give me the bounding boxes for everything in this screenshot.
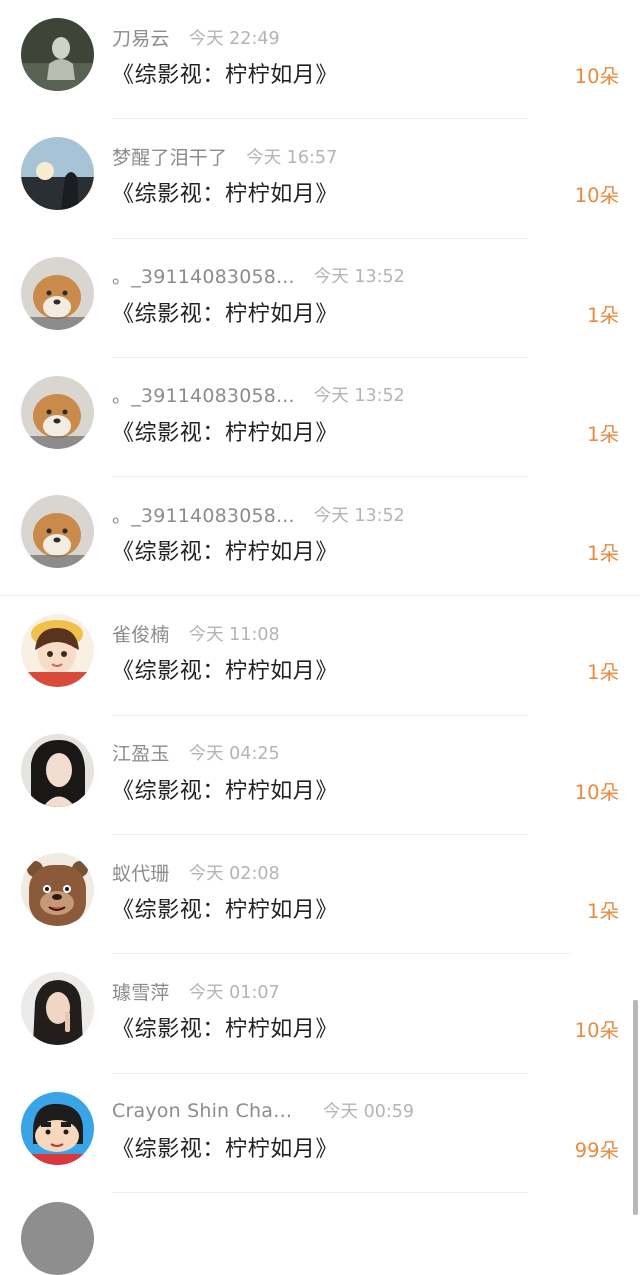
gift-count: 99朵: [574, 1138, 619, 1162]
list-item[interactable]: 梦醒了泪干了 今天 16:57 《综影视：柠柠如月》 10朵: [0, 119, 640, 239]
list-item[interactable]: 江盈玉 今天 04:25 《综影视：柠柠如月》 10朵: [0, 716, 640, 836]
item-meta: 梦醒了泪干了 今天 16:57: [112, 143, 337, 169]
timestamp: 今天 01:07: [188, 982, 280, 1003]
avatar[interactable]: [21, 614, 94, 688]
book-title[interactable]: 《综影视：柠柠如月》: [112, 892, 338, 924]
item-meta: 。_39114083058... 今天 13:52: [112, 263, 405, 289]
timestamp: 今天 04:25: [188, 744, 280, 765]
avatar[interactable]: [21, 256, 94, 330]
gift-record-list: 刀易云 今天 22:49 《综影视：柠柠如月》 10朵 梦醒了泪干了 今天 16…: [0, 0, 640, 1193]
item-meta: 雀俊楠 今天 11:08: [112, 620, 280, 646]
timestamp: 今天 22:49: [188, 28, 280, 49]
gift-count: 1朵: [587, 303, 619, 327]
user-name[interactable]: 。_39114083058...: [112, 381, 295, 408]
timestamp: 今天 13:52: [313, 386, 405, 407]
avatar[interactable]: [21, 733, 94, 807]
timestamp: 今天 16:57: [246, 147, 338, 168]
divider: [112, 1191, 528, 1193]
list-item[interactable]: 。_39114083058... 今天 13:52 《综影视：柠柠如月》 1朵: [0, 358, 640, 478]
list-item[interactable]: 。_39114083058... 今天 13:52 《综影视：柠柠如月》 1朵: [0, 477, 640, 597]
user-name[interactable]: 璩雪萍: [112, 978, 170, 1005]
timestamp: 今天 13:52: [313, 505, 405, 526]
user-name[interactable]: 雀俊楠: [112, 620, 170, 647]
avatar[interactable]: [21, 137, 94, 211]
list-item[interactable]: 蚁代珊 今天 02:08 《综影视：柠柠如月》 1朵: [0, 835, 640, 955]
avatar[interactable]: [21, 18, 94, 91]
gift-count: 10朵: [574, 184, 619, 208]
user-name[interactable]: 蚁代珊: [112, 859, 170, 886]
avatar[interactable]: [21, 972, 94, 1046]
item-meta: 。_39114083058... 今天 13:52: [112, 501, 405, 527]
item-meta: 江盈玉 今天 04:25: [112, 740, 280, 766]
avatar[interactable]: [21, 1091, 94, 1165]
user-name[interactable]: 梦醒了泪干了: [112, 143, 227, 170]
item-meta: 。_39114083058... 今天 13:52: [112, 382, 405, 408]
user-name[interactable]: 刀易云: [112, 24, 170, 51]
gift-count: 1朵: [587, 900, 619, 924]
gift-count: 10朵: [574, 1019, 619, 1043]
book-title[interactable]: 《综影视：柠柠如月》: [112, 296, 338, 328]
item-meta: 刀易云 今天 22:49: [112, 24, 280, 50]
book-title[interactable]: 《综影视：柠柠如月》: [112, 57, 338, 89]
book-title[interactable]: 《综影视：柠柠如月》: [112, 653, 338, 685]
user-name[interactable]: Crayon Shin Chan...: [112, 1100, 304, 1122]
list-item[interactable]: 刀易云 今天 22:49 《综影视：柠柠如月》 10朵: [0, 0, 640, 120]
user-name[interactable]: 。_39114083058...: [112, 262, 295, 289]
timestamp: 今天 11:08: [188, 624, 280, 645]
gift-count: 10朵: [574, 65, 619, 88]
book-title[interactable]: 《综影视：柠柠如月》: [112, 1011, 338, 1043]
gift-count: 1朵: [587, 661, 619, 685]
list-item[interactable]: 。_39114083058... 今天 13:52 《综影视：柠柠如月》 1朵: [0, 239, 640, 358]
list-item[interactable]: Crayon Shin Chan... 今天 00:59 《综影视：柠柠如月》 …: [0, 1074, 640, 1193]
item-meta: 璩雪萍 今天 01:07: [112, 978, 280, 1004]
gift-count: 1朵: [587, 542, 619, 566]
list-item[interactable]: 雀俊楠 今天 11:08 《综影视：柠柠如月》 1朵: [0, 596, 640, 716]
list-item[interactable]: 璩雪萍 今天 01:07 《综影视：柠柠如月》 10朵: [0, 954, 640, 1074]
user-name[interactable]: 。_39114083058...: [112, 501, 295, 528]
book-title[interactable]: 《综影视：柠柠如月》: [112, 415, 338, 447]
timestamp: 今天 02:08: [188, 863, 280, 884]
gift-count: 10朵: [574, 780, 619, 804]
book-title[interactable]: 《综影视：柠柠如月》: [112, 773, 338, 805]
avatar[interactable]: [21, 853, 94, 927]
timestamp: 今天 13:52: [313, 267, 405, 288]
avatar[interactable]: [21, 1202, 94, 1275]
item-meta: Crayon Shin Chan... 今天 00:59: [112, 1098, 414, 1124]
book-title[interactable]: 《综影视：柠柠如月》: [112, 534, 338, 566]
item-meta: 蚁代珊 今天 02:08: [112, 859, 280, 885]
user-name[interactable]: 江盈玉: [112, 739, 170, 766]
scrollbar[interactable]: [633, 1000, 638, 1215]
book-title[interactable]: 《综影视：柠柠如月》: [112, 1131, 338, 1163]
book-title[interactable]: 《综影视：柠柠如月》: [112, 176, 338, 208]
gift-count: 1朵: [587, 422, 619, 446]
avatar[interactable]: [21, 495, 94, 569]
avatar[interactable]: [21, 375, 94, 449]
timestamp: 今天 00:59: [323, 1102, 414, 1123]
